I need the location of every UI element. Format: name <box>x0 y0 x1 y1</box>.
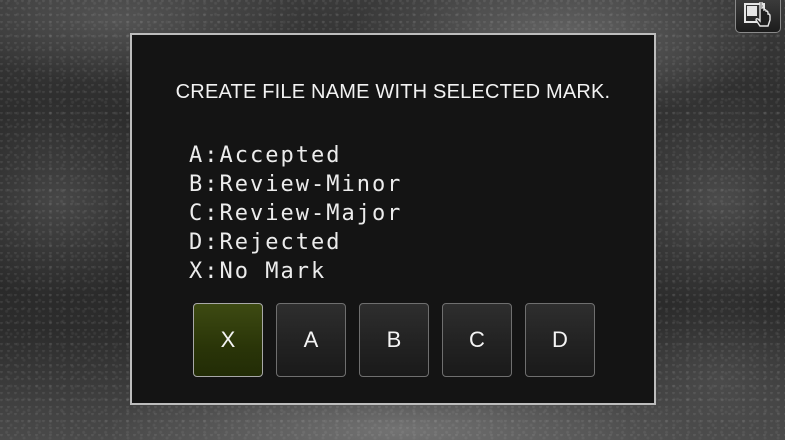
dialog-title: CREATE FILE NAME WITH SELECTED MARK. <box>175 81 611 103</box>
camera-live-view: CREATE FILE NAME WITH SELECTED MARK. A:A… <box>0 0 785 440</box>
legend-item-x: X:No Mark <box>189 259 327 284</box>
mark-d-button[interactable]: D <box>525 303 595 377</box>
mark-a-button[interactable]: A <box>276 303 346 377</box>
mark-b-button[interactable]: B <box>359 303 429 377</box>
corner-menu-button[interactable] <box>735 0 781 33</box>
mark-x-button[interactable]: X <box>193 303 263 377</box>
mark-selection-dialog: CREATE FILE NAME WITH SELECTED MARK. A:A… <box>130 33 656 405</box>
legend-item-a: A:Accepted <box>189 143 342 168</box>
window-touch-icon <box>744 2 771 27</box>
legend-item-c: C:Review-Major <box>189 201 403 226</box>
mark-legend: A:Accepted B:Review-Minor C:Review-Major… <box>189 141 402 286</box>
mark-button-row: X A B C D <box>193 303 595 377</box>
legend-item-b: B:Review-Minor <box>189 172 403 197</box>
legend-item-d: D:Rejected <box>189 230 342 255</box>
mark-c-button[interactable]: C <box>442 303 512 377</box>
